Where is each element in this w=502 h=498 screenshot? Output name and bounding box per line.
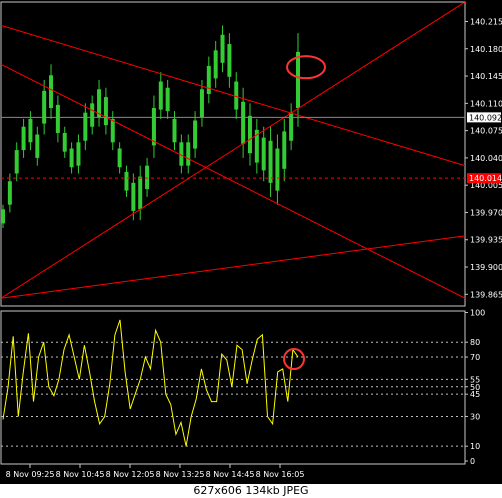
candle-body-35 xyxy=(241,101,246,144)
candle-body-22 xyxy=(151,108,156,146)
time-axis: 8 Nov 09:25 8 Nov 10:45 8 Nov 12:05 8 Nov 1… xyxy=(6,464,305,479)
candle-body-8 xyxy=(55,104,60,133)
candle-body-5 xyxy=(35,134,40,158)
candle-body-39 xyxy=(268,140,273,183)
candle-body-33 xyxy=(227,44,232,77)
price-chart-panel: 140.215 140.180 140.145 140.110 140.075 140.0… xyxy=(0,1,502,307)
time-tick-label: 8 Nov 10:45 xyxy=(56,470,105,479)
candle-body-7 xyxy=(49,75,54,109)
candle-body-10 xyxy=(69,148,74,168)
time-tick-label: 8 Nov 09:25 xyxy=(6,470,55,479)
price-tick-label: 140.180 xyxy=(470,45,502,54)
candle-body-21 xyxy=(145,165,150,190)
candle-body-16 xyxy=(110,118,115,143)
image-caption: 627x606 134kb JPEG xyxy=(0,484,502,498)
candle-body-6 xyxy=(42,90,47,124)
candle-body-2 xyxy=(14,150,19,174)
candle-body-27 xyxy=(186,142,191,166)
red-level-label: 140.014 xyxy=(469,174,502,183)
stochastic-tick-label: 45 xyxy=(470,390,480,399)
candle-body-32 xyxy=(220,34,225,63)
time-tick-label: 8 Nov 13:25 xyxy=(156,470,205,479)
price-tick-label: 140.110 xyxy=(470,99,502,108)
candle-body-19 xyxy=(131,182,136,211)
candle-body-30 xyxy=(206,65,211,94)
stochastic-tick-label: 30 xyxy=(470,412,480,421)
candle-body-24 xyxy=(165,87,170,112)
candle-body-43 xyxy=(296,51,300,109)
candle-body-25 xyxy=(172,118,177,143)
price-tick-label: 139.970 xyxy=(470,208,502,217)
chart-svg: 140.215 140.180 140.145 140.110 140.075 140.0… xyxy=(0,1,502,479)
candle-body-38 xyxy=(261,137,266,171)
price-tick-label: 140.145 xyxy=(470,72,502,81)
candle-body-41 xyxy=(282,131,287,169)
candle-body-20 xyxy=(138,176,143,210)
candle-body-28 xyxy=(193,120,198,149)
candle-body-9 xyxy=(62,132,67,152)
candle-body-0 xyxy=(1,209,5,224)
price-tick-label: 140.075 xyxy=(470,127,502,136)
candle-body-13 xyxy=(90,103,95,127)
time-tick-label: 8 Nov 16:05 xyxy=(256,470,305,479)
candle-body-4 xyxy=(28,118,33,143)
candle-body-15 xyxy=(103,97,108,126)
candle-body-34 xyxy=(234,81,239,110)
chart-frame: 140.215 140.180 140.145 140.110 140.075 140.0… xyxy=(0,0,502,484)
candle-body-17 xyxy=(117,148,122,168)
stochastic-tick-label: 70 xyxy=(470,353,480,362)
candle-body-3 xyxy=(21,126,26,151)
candle-body-23 xyxy=(158,81,163,110)
stochastic-panel-frame xyxy=(0,310,466,465)
candle-body-11 xyxy=(76,142,81,166)
current-price-label: 140.092 xyxy=(469,113,502,122)
price-tick-label: 140.040 xyxy=(470,154,502,163)
time-tick-label: 8 Nov 14:45 xyxy=(206,470,255,479)
time-tick-label: 8 Nov 12:05 xyxy=(106,470,155,479)
stochastic-tick-label: 80 xyxy=(470,338,480,347)
stochastic-tick-label: 100 xyxy=(470,308,485,317)
stochastic-tick-label: 0 xyxy=(470,457,475,466)
candle-body-1 xyxy=(7,181,12,205)
candle-body-36 xyxy=(247,115,252,154)
candle-body-18 xyxy=(124,171,129,191)
candle-body-31 xyxy=(213,50,218,79)
price-tick-label: 139.900 xyxy=(470,263,502,272)
price-tick-label: 140.215 xyxy=(470,17,502,26)
price-tick-label: 139.935 xyxy=(470,236,502,245)
price-tick-label: 139.865 xyxy=(470,290,502,299)
stochastic-panel: 100807055504530100 xyxy=(0,308,485,466)
candle-body-29 xyxy=(199,89,204,118)
candle-body-40 xyxy=(275,148,280,191)
stochastic-tick-label: 10 xyxy=(470,442,480,451)
